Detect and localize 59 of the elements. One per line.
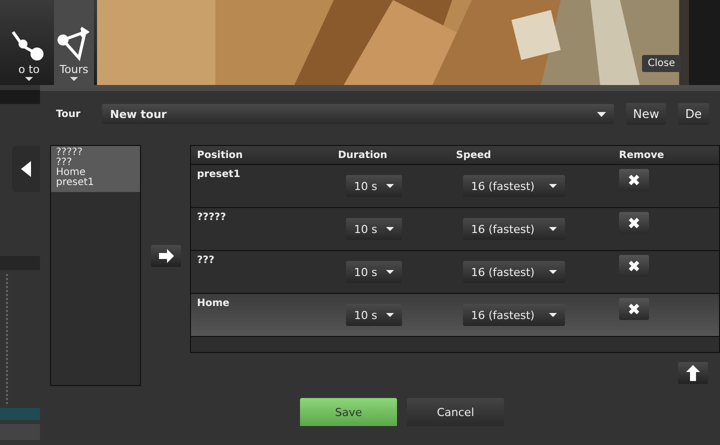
dropdown[interactable]: 16 (fastest) [463, 218, 565, 240]
tour-dropdown[interactable]: New tour [102, 104, 614, 124]
toolbar-button[interactable]: Tours [54, 0, 94, 85]
close-button[interactable]: Close [642, 55, 681, 72]
caret-icon [386, 227, 394, 231]
remove-button[interactable] [619, 169, 649, 191]
left-arrow-icon [20, 160, 32, 178]
column-header: Remove [619, 150, 666, 160]
dropdown[interactable]: 10 s [346, 304, 402, 326]
move-up-button[interactable] [678, 362, 708, 384]
dropdown[interactable]: 10 s [346, 218, 402, 240]
column-header: Duration [338, 150, 388, 160]
panel-strip [0, 408, 40, 420]
position-name: preset1 [196, 168, 242, 182]
caret-icon [386, 270, 394, 274]
position-list[interactable]: ????? ??? Home preset1 [50, 145, 141, 386]
dropdown[interactable]: 10 s [346, 261, 402, 283]
cancel-button[interactable]: Cancel [407, 398, 504, 426]
list-item[interactable]: ??? [51, 158, 140, 168]
table-row[interactable]: Home 10 s 16 (fastest) [191, 294, 719, 337]
caret-icon [25, 77, 33, 81]
remove-button[interactable] [619, 255, 649, 277]
list-item[interactable]: preset1 [51, 178, 140, 192]
close-icon [628, 303, 640, 315]
position-name: ????? [196, 211, 228, 225]
tour-label: Tour [55, 108, 82, 120]
caret-icon [386, 313, 394, 317]
save-button[interactable]: Save [300, 398, 397, 426]
position-name: ??? [196, 254, 216, 268]
up-arrow-icon [686, 365, 700, 381]
triangle-path-icon [57, 26, 91, 62]
caret-icon [386, 184, 394, 188]
caret-icon [548, 227, 557, 231]
right-arrow-icon [158, 248, 174, 262]
add-button[interactable] [150, 244, 180, 266]
dialog-button[interactable]: De [678, 103, 709, 125]
dropdown[interactable]: 16 (fastest) [463, 261, 565, 283]
panel-strip [0, 90, 40, 104]
close-icon [628, 217, 640, 229]
dropdown[interactable]: 16 (fastest) [463, 304, 565, 326]
dropdown[interactable]: 16 (fastest) [463, 175, 565, 197]
position-name: Home [196, 297, 230, 311]
back-button[interactable] [12, 146, 40, 192]
remove-button[interactable] [619, 298, 649, 320]
dropdown[interactable]: 10 s [346, 175, 402, 197]
column-header: Position [196, 150, 244, 160]
caret-icon [548, 184, 557, 188]
caret-icon [597, 112, 606, 116]
dialog-button[interactable]: New [626, 103, 666, 125]
caret-icon [70, 77, 78, 81]
caret-icon [548, 270, 557, 274]
close-icon [628, 260, 640, 272]
list-item[interactable]: Home [51, 168, 140, 178]
close-icon [628, 174, 640, 186]
caret-icon [548, 313, 557, 317]
remove-button[interactable] [619, 212, 649, 234]
list-item[interactable]: ????? [51, 146, 140, 158]
column-header: Speed [456, 150, 492, 160]
toolbar-button[interactable]: o to [6, 0, 52, 85]
